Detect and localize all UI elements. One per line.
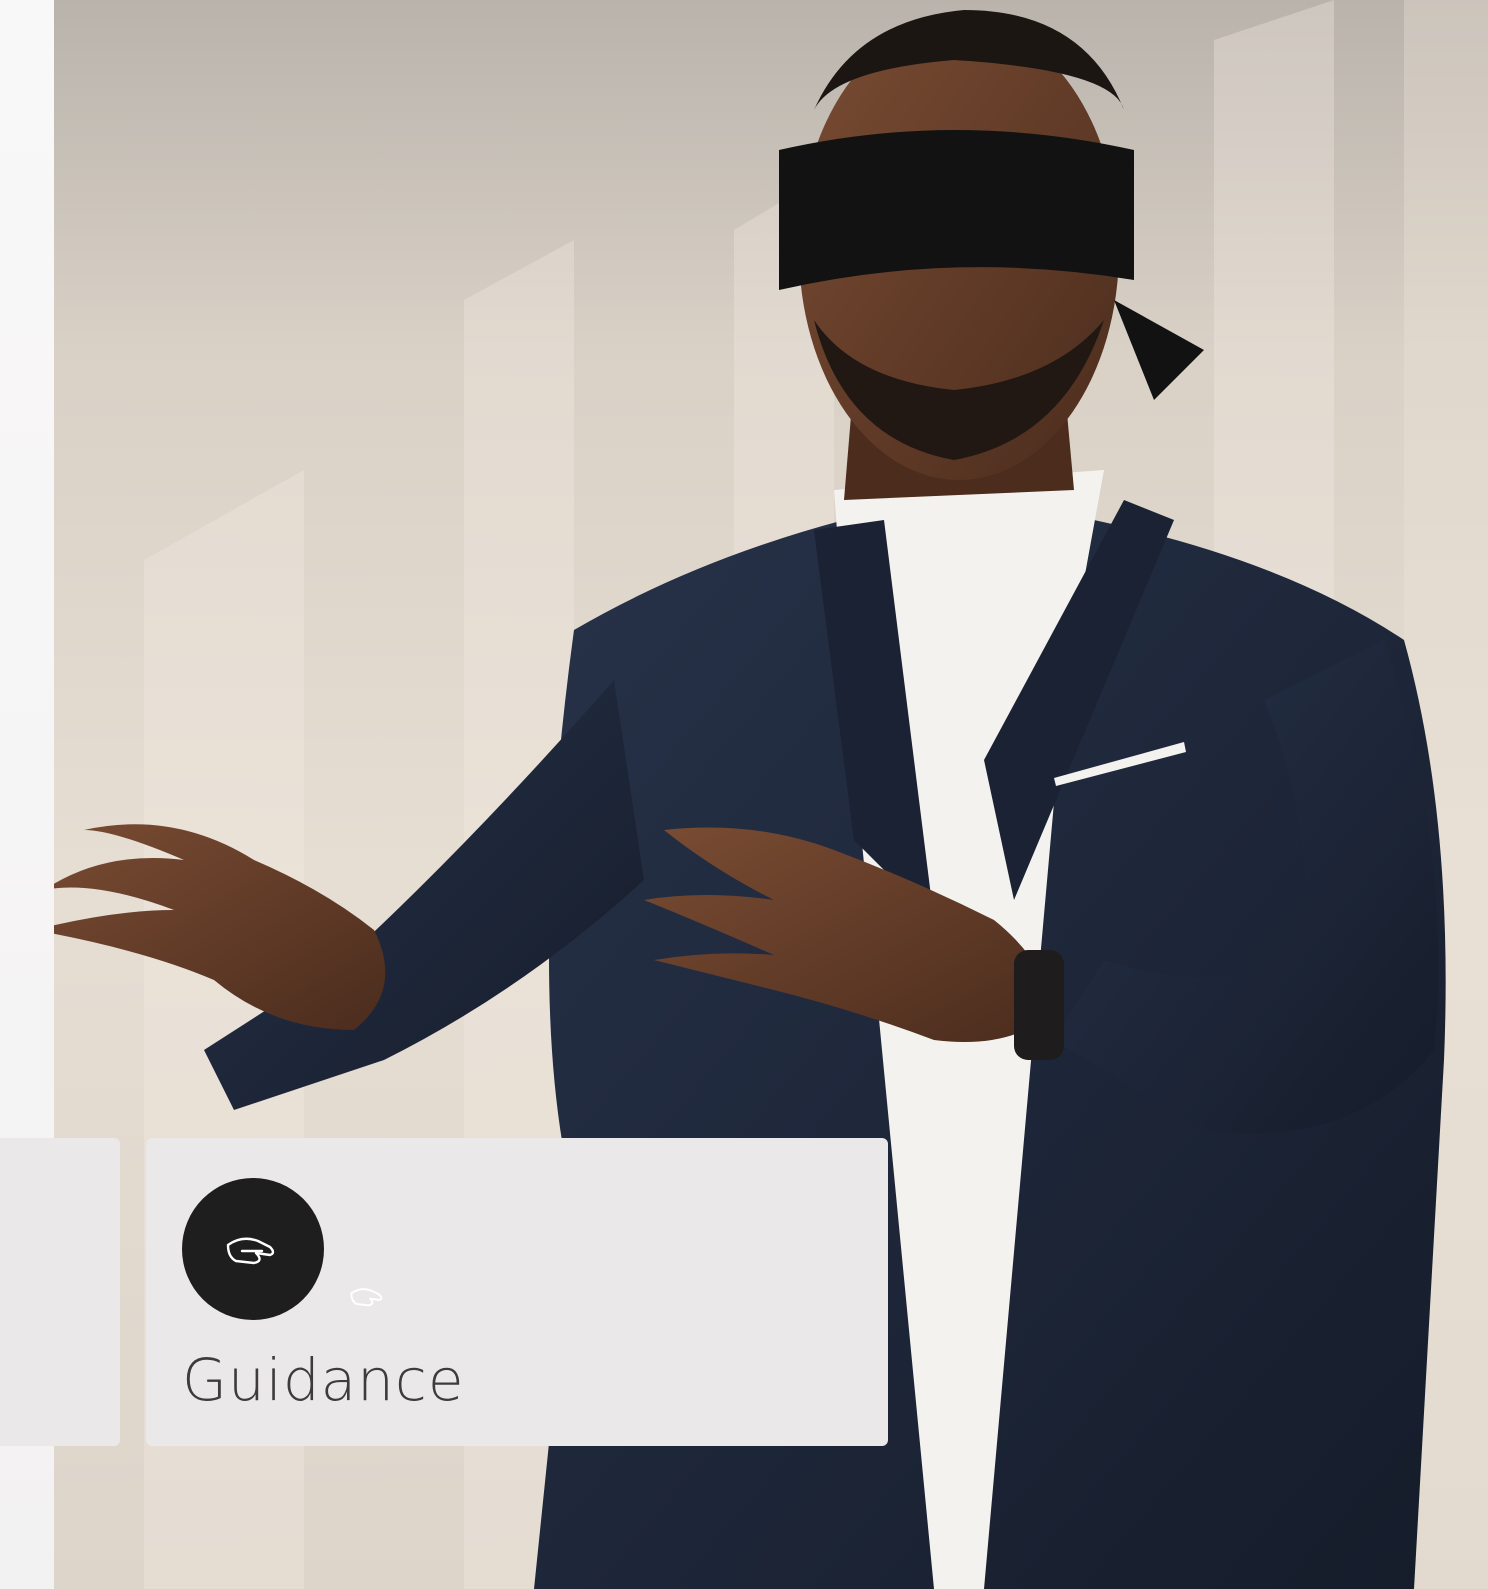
- blindfold-knot: [1114, 300, 1204, 400]
- guidance-card[interactable]: Guidance: [146, 1138, 888, 1446]
- icon-badge: [182, 1178, 324, 1320]
- side-card: [0, 1138, 120, 1446]
- wristwatch: [1014, 950, 1064, 1060]
- helping-hand-icon-small: [350, 1288, 383, 1307]
- helping-hand-icon: [226, 1237, 275, 1265]
- blindfold: [779, 130, 1134, 290]
- card-title: Guidance: [182, 1346, 465, 1414]
